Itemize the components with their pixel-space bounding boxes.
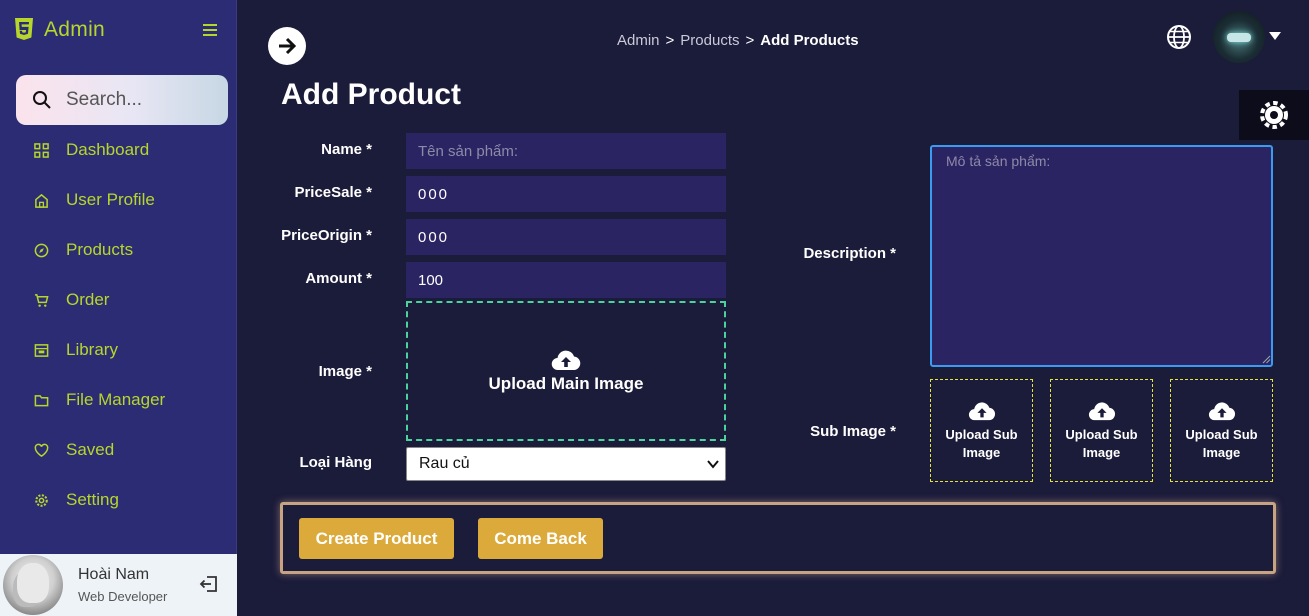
sidebar-item-library[interactable]: Library (0, 325, 237, 375)
breadcrumb-item-admin[interactable]: Admin (617, 32, 660, 49)
sidebar-item-label: Saved (66, 440, 115, 459)
sidebar-item-label: Dashboard (66, 140, 150, 159)
sidebar-item-label: Setting (66, 490, 119, 509)
search-box[interactable] (16, 75, 228, 125)
html5-icon (15, 18, 33, 40)
folder-icon (34, 394, 49, 406)
category-select[interactable]: Rau củ (406, 447, 726, 481)
sidebar-item-setting[interactable]: Setting (0, 475, 237, 525)
caret-down-icon[interactable] (1268, 31, 1282, 41)
sidebar-item-label: Library (66, 340, 118, 359)
main-image-upload-label: Upload Main Image (488, 374, 644, 393)
avatar (3, 555, 63, 615)
description-textarea[interactable] (930, 145, 1273, 367)
name-label: Name * (321, 141, 372, 158)
sidebar-item-saved[interactable]: Saved (0, 425, 237, 475)
user-profile-card: Hoài Nam Web Developer (0, 554, 237, 616)
cloud-upload-icon (968, 401, 995, 420)
price-origin-input[interactable] (406, 219, 726, 255)
brand[interactable]: Admin (14, 16, 105, 44)
sub-image-upload-label: Upload Sub Image (1185, 426, 1258, 460)
name-input[interactable] (406, 133, 726, 169)
arrow-right-icon (279, 37, 297, 55)
search-icon (33, 91, 51, 109)
cart-icon (34, 293, 49, 307)
price-sale-label: PriceSale * (294, 184, 372, 201)
category-label: Loại Hàng (299, 454, 372, 471)
cloud-upload-icon (1088, 401, 1115, 420)
profile-name: Hoài Nam (78, 566, 150, 583)
grid-icon (34, 142, 49, 158)
sidebar-item-products[interactable]: Products (0, 225, 237, 275)
main-image-upload[interactable]: Upload Main Image (406, 301, 726, 441)
back-button[interactable] (268, 27, 306, 65)
sidebar-item-label: File Manager (66, 390, 166, 409)
sidebar-item-file-manager[interactable]: File Manager (0, 375, 237, 425)
sub-image-upload-label: Upload Sub Image (1065, 426, 1138, 460)
category-selected-value: Rau củ (419, 455, 470, 472)
sidebar-item-label: User Profile (66, 190, 155, 209)
breadcrumb: Admin > Products > Add Products (617, 32, 859, 49)
sidebar-item-label: Order (66, 290, 110, 309)
chevron-down-icon (707, 460, 719, 469)
price-origin-label: PriceOrigin * (281, 227, 372, 244)
amount-input[interactable] (406, 262, 726, 298)
image-label: Image * (318, 363, 372, 380)
gear-icon (1260, 101, 1288, 129)
gear-icon (35, 493, 48, 507)
sidebar-nav: Dashboard User Profile Products Order Li… (0, 125, 237, 525)
create-product-button[interactable]: Create Product (299, 518, 454, 559)
breadcrumb-separator: > (665, 32, 675, 49)
sidebar-item-label: Products (66, 240, 134, 259)
come-back-button[interactable]: Come Back (478, 518, 603, 559)
cloud-upload-icon (1208, 401, 1235, 420)
heart-icon (34, 443, 49, 457)
cloud-upload-icon (551, 350, 581, 371)
sub-image-upload-2[interactable]: Upload Sub Image (1050, 379, 1153, 482)
page-title: Add Product (281, 78, 461, 111)
breadcrumb-separator: > (745, 32, 755, 49)
hamburger-menu-icon[interactable] (203, 22, 223, 38)
sub-image-upload-label: Upload Sub Image (945, 426, 1018, 460)
breadcrumb-item-current: Add Products (760, 32, 859, 49)
user-avatar[interactable] (1213, 11, 1265, 63)
sub-image-upload-3[interactable]: Upload Sub Image (1170, 379, 1273, 482)
globe-icon[interactable] (1166, 24, 1192, 50)
book-icon (34, 343, 49, 357)
logout-icon[interactable] (199, 574, 219, 594)
search-input[interactable] (66, 89, 216, 111)
brand-name: Admin (44, 18, 106, 41)
price-sale-input[interactable] (406, 176, 726, 212)
sidebar-item-order[interactable]: Order (0, 275, 237, 325)
sub-image-label: Sub Image * (810, 423, 896, 440)
settings-panel-button[interactable] (1239, 90, 1309, 140)
sidebar: Admin Dashboard User Profile Products Or… (0, 0, 237, 616)
amount-label: Amount * (305, 270, 372, 287)
description-label: Description * (803, 245, 896, 262)
resize-handle-icon[interactable] (1262, 355, 1271, 364)
sidebar-item-user-profile[interactable]: User Profile (0, 175, 237, 225)
profile-role: Web Developer (78, 589, 168, 604)
sidebar-item-dashboard[interactable]: Dashboard (0, 125, 237, 175)
breadcrumb-item-products[interactable]: Products (680, 32, 739, 49)
home-icon (35, 193, 48, 208)
sub-image-upload-1[interactable]: Upload Sub Image (930, 379, 1033, 482)
compass-icon (34, 243, 49, 257)
